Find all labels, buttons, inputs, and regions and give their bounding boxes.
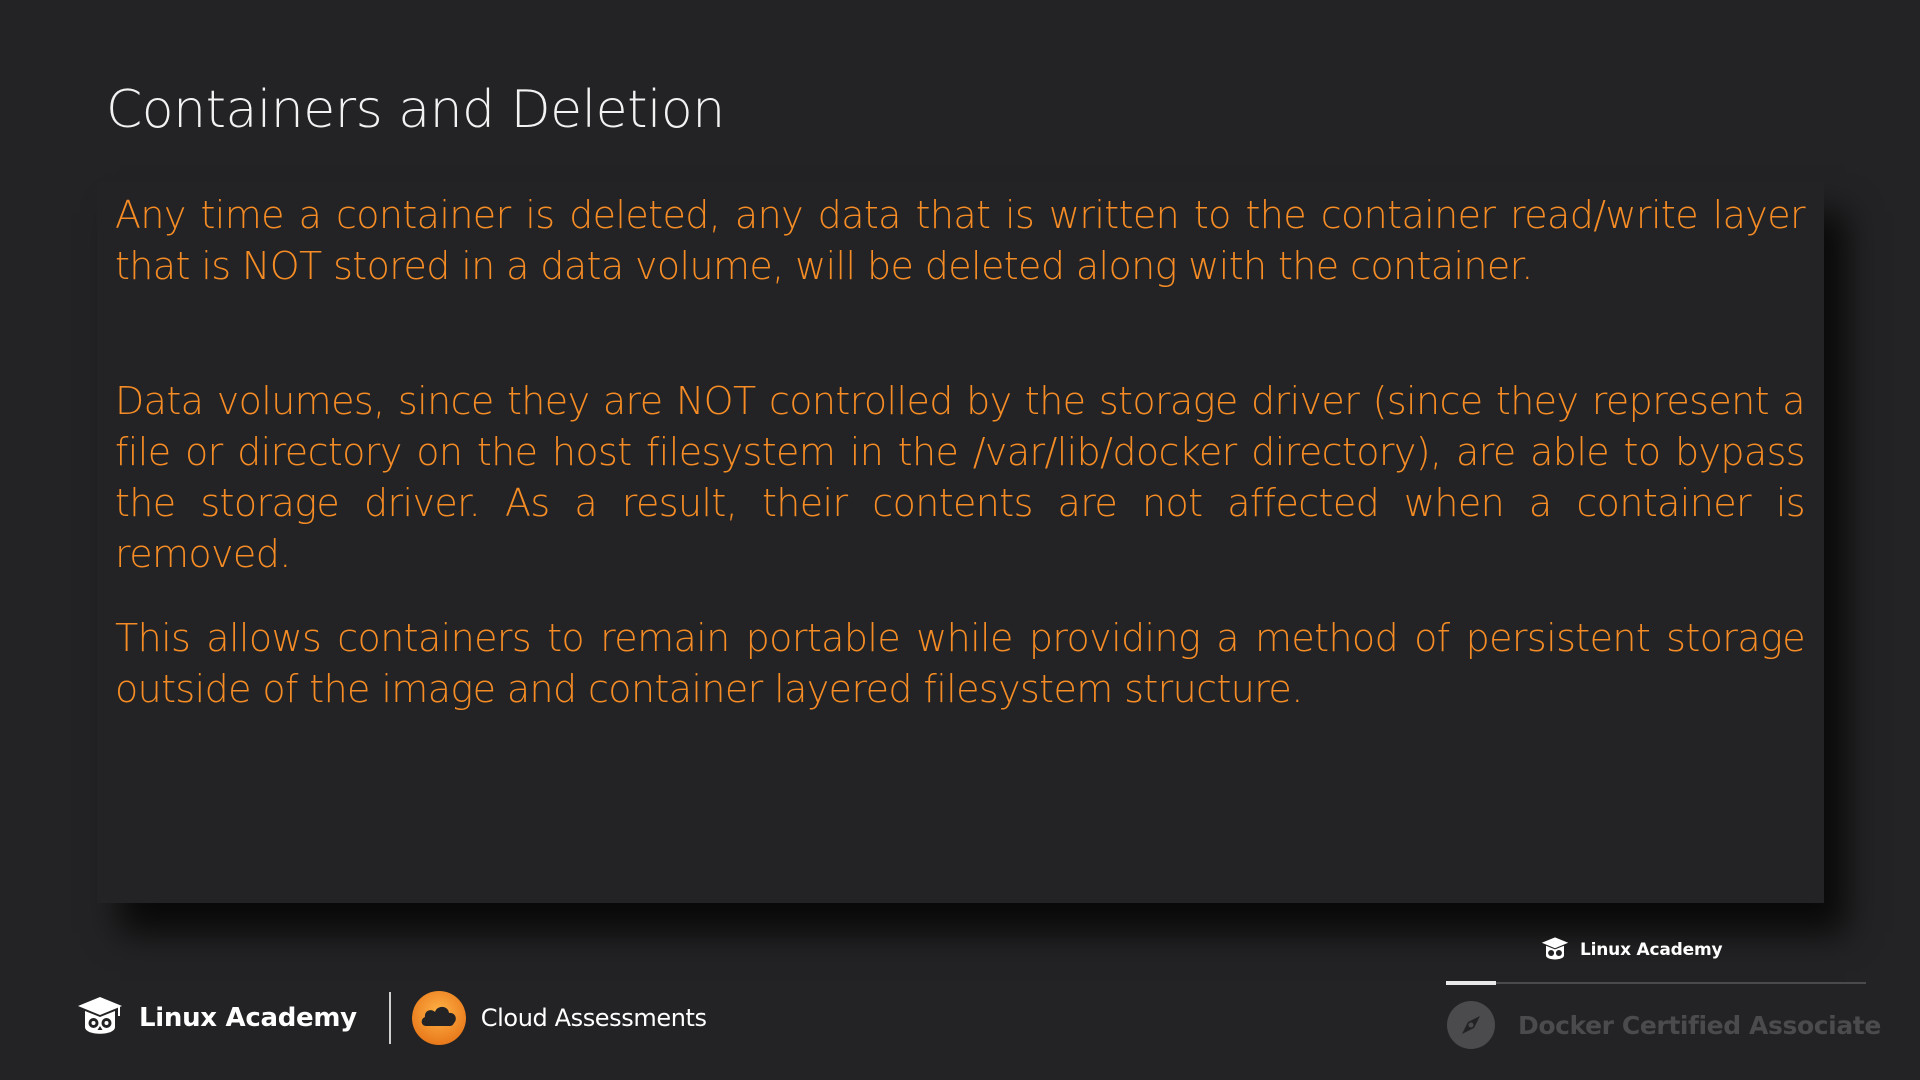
content-box: Any time a container is deleted, any dat… (97, 182, 1824, 903)
paragraph-2: Data volumes, since they are NOT control… (115, 379, 1806, 576)
partner-name: Cloud Assessments (480, 1004, 707, 1032)
compass-icon (1447, 1001, 1495, 1049)
footer-branding: Linux Academy Cloud Assessments (75, 990, 707, 1046)
slide-title: Containers and Deletion (106, 80, 725, 140)
cloud-icon (411, 991, 466, 1045)
paragraph-3: This allows containers to remain portabl… (115, 616, 1806, 711)
paragraph-1: Any time a container is deleted, any dat… (115, 193, 1806, 288)
course-provider-name: Linux Academy (1580, 940, 1723, 960)
course-progress-bar (1446, 981, 1866, 985)
footer-divider (388, 992, 391, 1044)
owl-graduation-cap-icon (1541, 937, 1569, 960)
brand-name: Linux Academy (139, 1003, 357, 1033)
owl-graduation-cap-icon (78, 997, 122, 1034)
course-title-row: Docker Certified Associate (1446, 1000, 1881, 1050)
course-progress-fill (1446, 981, 1497, 985)
course-name: Docker Certified Associate (1518, 1010, 1881, 1040)
slide: Containers and Deletion Any time a conta… (0, 0, 1920, 1080)
course-provider: Linux Academy (1540, 935, 1723, 965)
